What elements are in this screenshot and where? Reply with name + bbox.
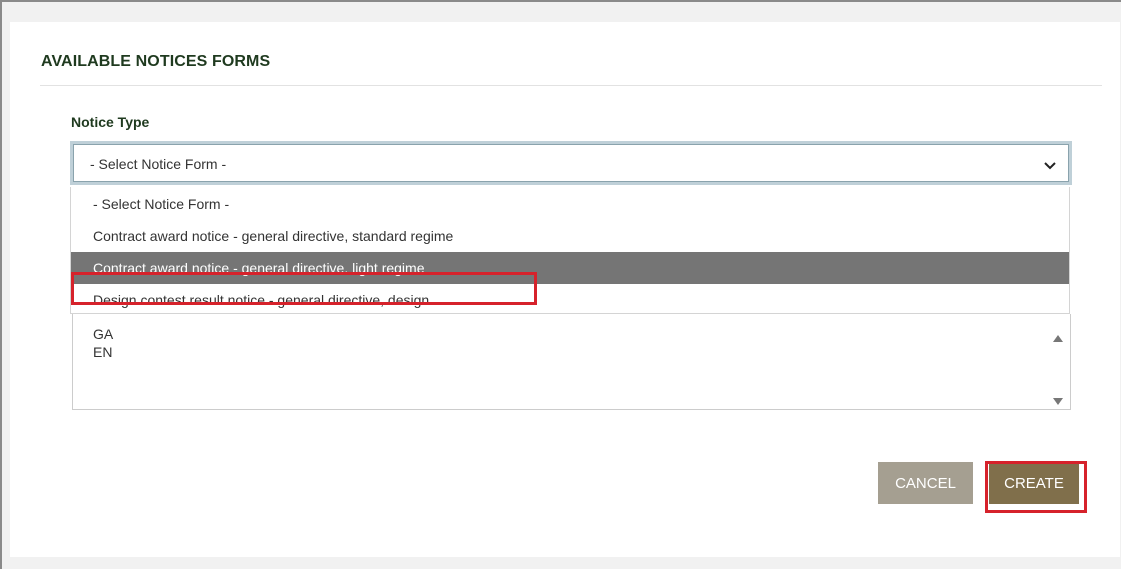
cancel-button[interactable]: CANCEL xyxy=(878,462,973,504)
language-item[interactable]: EN xyxy=(93,344,112,360)
dialog-title: AVAILABLE NOTICES FORMS xyxy=(41,53,271,70)
notice-forms-panel: AVAILABLE NOTICES FORMS Notice Type - Se… xyxy=(10,22,1120,557)
notice-type-selected-value: - Select Notice Form - xyxy=(90,156,227,172)
dropdown-option[interactable]: - Select Notice Form - xyxy=(71,188,1069,220)
title-divider xyxy=(40,85,1102,86)
scroll-down-icon[interactable] xyxy=(1052,394,1064,405)
chevron-down-icon[interactable] xyxy=(1042,157,1058,173)
dropdown-option-highlighted[interactable]: Contract award notice - general directiv… xyxy=(71,252,1069,284)
scroll-up-icon[interactable] xyxy=(1052,330,1064,342)
language-item[interactable]: GA xyxy=(93,326,113,342)
notice-type-dropdown-list: - Select Notice Form - Contract award no… xyxy=(70,187,1070,314)
notice-type-select[interactable]: - Select Notice Form - xyxy=(70,141,1072,185)
dropdown-option[interactable]: Design contest result notice - general d… xyxy=(71,284,1069,316)
notice-type-label: Notice Type xyxy=(71,114,150,130)
dropdown-option[interactable]: Contract award notice - general directiv… xyxy=(71,220,1069,252)
create-button[interactable]: CREATE xyxy=(989,462,1079,504)
language-list[interactable]: GA EN xyxy=(72,314,1071,410)
